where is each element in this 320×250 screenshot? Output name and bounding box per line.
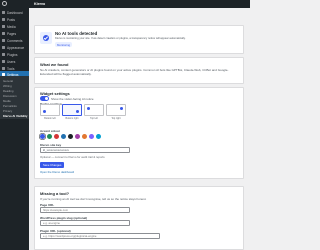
status-title: No AI tools detected [55, 31, 98, 36]
user-icon [2, 60, 5, 63]
position-caption: Top right [111, 116, 121, 120]
save-changes-button[interactable]: Save Changes [40, 162, 65, 168]
submenu-klervo-ai-visibility[interactable]: Klervo AI Visibility [0, 113, 29, 118]
plugin-url-input[interactable] [40, 233, 160, 239]
widget-settings-card: Widget settings Show the visitor-facing … [34, 87, 244, 179]
accent-colour-label: Accent colour [40, 129, 61, 133]
dashboard-icon [2, 11, 5, 14]
admin-sidebar: Dashboard Posts Media Pages Comments App… [0, 0, 29, 250]
wp-plugin-input[interactable] [40, 220, 130, 226]
position-marker [120, 107, 123, 110]
sidebar-item-dashboard[interactable]: Dashboard [0, 9, 29, 16]
missing-tool-card: Missing a tool? If you're running an AI … [34, 186, 244, 250]
wordpress-logo-icon[interactable] [2, 1, 7, 6]
monitoring-pill: Monitoring [55, 42, 73, 47]
notice-toggle-label: Show the visitor-facing AI notice [51, 96, 94, 101]
position-caption: Bottom right [65, 116, 79, 120]
position-option-top-right[interactable] [106, 104, 126, 116]
wrench-icon [2, 67, 5, 70]
accent-swatch[interactable] [89, 134, 94, 139]
position-option-top-left[interactable] [84, 104, 104, 116]
accent-swatch[interactable] [82, 134, 87, 139]
position-option-bottom-left[interactable] [40, 104, 60, 116]
accent-swatch[interactable] [54, 134, 59, 139]
brand-title: Klervo [34, 2, 46, 6]
accent-swatch[interactable] [96, 134, 101, 139]
accent-swatch[interactable] [75, 134, 80, 139]
status-card: No AI tools detected Klervo is monitorin… [34, 25, 244, 54]
plug-icon [2, 53, 5, 56]
position-caption: Top left [90, 116, 98, 120]
status-description: Klervo is monitoring your site. If we de… [55, 37, 186, 40]
findings-heading: What we found [40, 62, 69, 67]
page-icon [2, 32, 5, 35]
position-marker [43, 110, 46, 113]
brush-icon [2, 46, 5, 49]
check-icon [43, 35, 49, 41]
main-content: Klervo No AI tools detected Klervo is mo… [29, 0, 250, 250]
sidebar-item-users[interactable]: Users [0, 58, 29, 65]
missing-tool-heading: Missing a tool? [40, 191, 70, 196]
page-url-input[interactable] [40, 207, 130, 213]
sidebar-item-pages[interactable]: Pages [0, 30, 29, 37]
findings-card: What we found No AI crawlers, content ge… [34, 57, 244, 84]
position-marker [87, 107, 90, 110]
site-key-input[interactable]: kl_xxxxxxxxxxxxxxxx [40, 147, 130, 153]
sidebar-item-media[interactable]: Media [0, 23, 29, 30]
position-marker [76, 110, 79, 113]
position-option-bottom-right[interactable] [62, 104, 82, 116]
plugin-header: Klervo [29, 0, 250, 8]
sidebar-item-posts[interactable]: Posts [0, 16, 29, 23]
dashboard-link[interactable]: Open the Klervo dashboard [40, 170, 74, 174]
accent-swatch[interactable] [61, 134, 66, 139]
accent-swatch[interactable] [47, 134, 52, 139]
accent-swatch[interactable] [68, 134, 73, 139]
missing-tool-description: If you're running an AI tool we don't re… [40, 197, 147, 201]
accent-swatch[interactable] [40, 134, 45, 139]
sidebar-item-plugins[interactable]: Plugins [0, 51, 29, 58]
position-caption: Bottom left [44, 116, 56, 120]
pin-icon [2, 18, 5, 21]
findings-description: No AI crawlers, content generators or AI… [40, 68, 229, 76]
site-key-help: Optional — connect to Klervo for audit t… [40, 155, 105, 159]
comment-icon [2, 39, 5, 42]
notice-toggle[interactable] [40, 96, 49, 101]
sidebar-item-comments[interactable]: Comments [0, 37, 29, 44]
media-icon [2, 25, 5, 28]
sidebar-item-appearance[interactable]: Appearance [0, 44, 29, 51]
status-badge [40, 32, 52, 44]
